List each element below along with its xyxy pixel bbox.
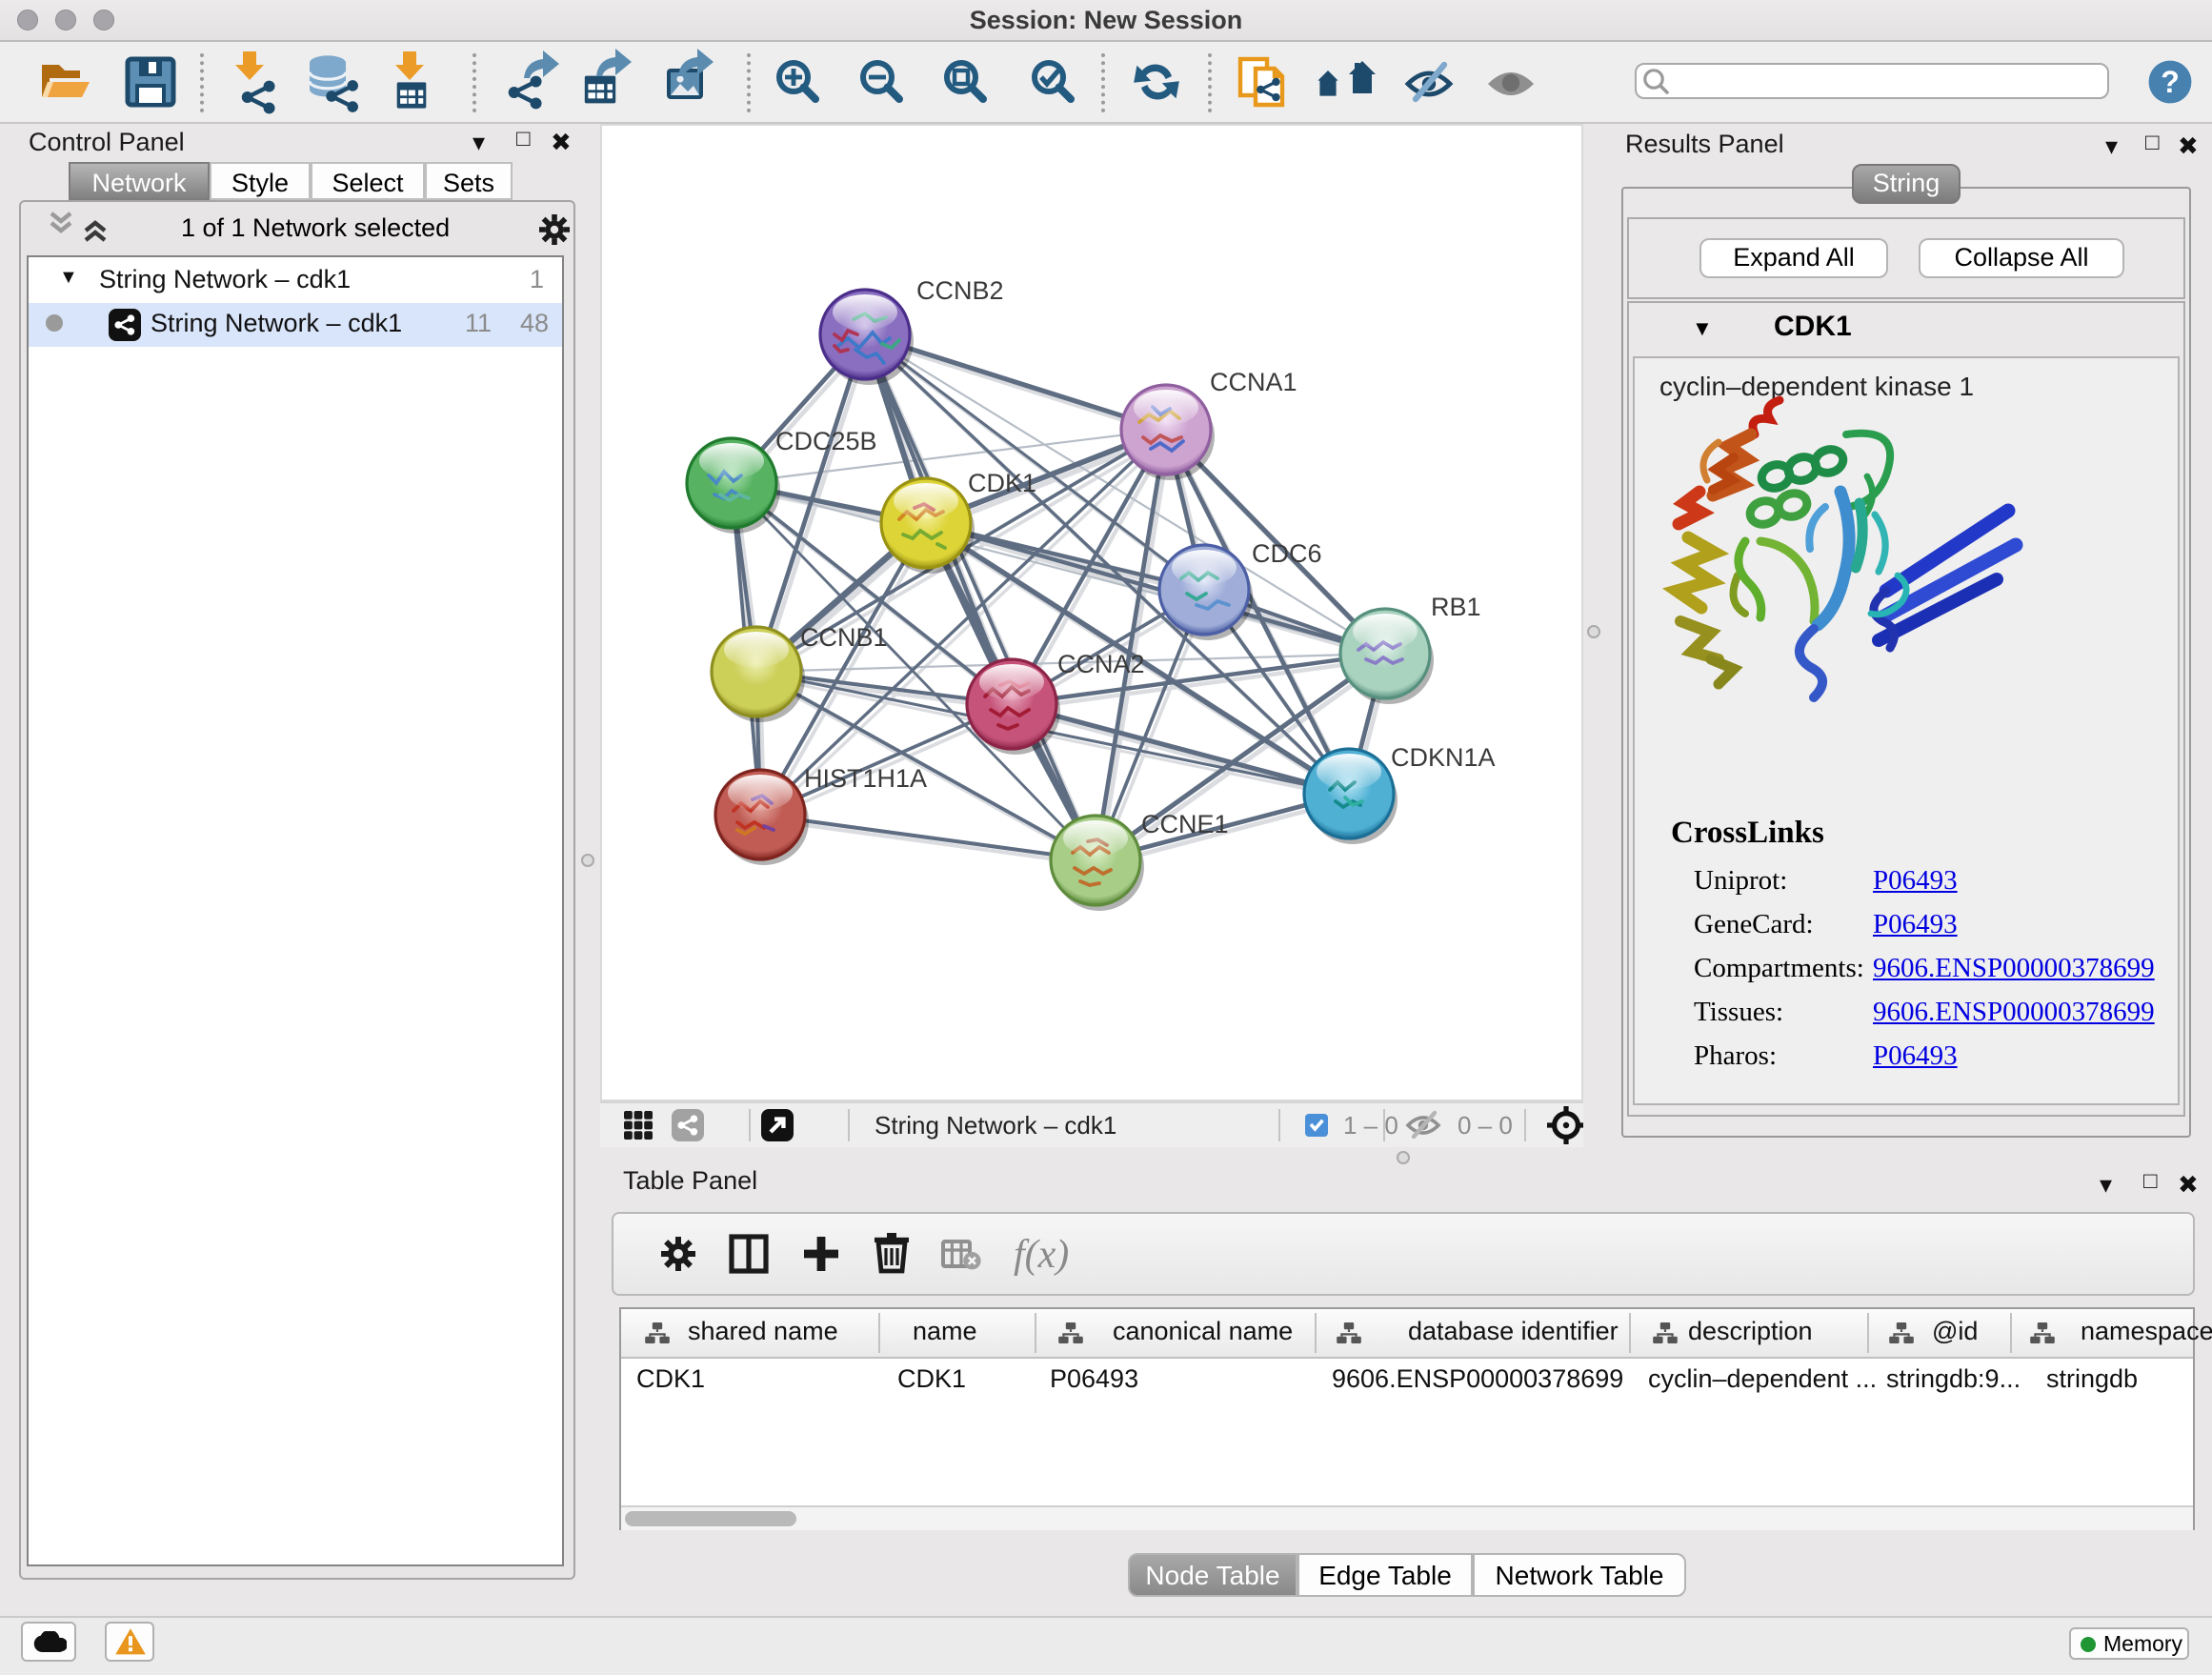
svg-text:CCNE1: CCNE1 — [1141, 810, 1229, 838]
svg-text:CDK1: CDK1 — [968, 469, 1036, 497]
svg-text:CCNB2: CCNB2 — [916, 276, 1004, 305]
svg-text:f(x): f(x) — [1014, 1233, 1069, 1277]
svg-text:RB1: RB1 — [1431, 593, 1481, 621]
svg-text:CDKN1A: CDKN1A — [1391, 743, 1496, 772]
svg-text:CDC25B: CDC25B — [775, 427, 877, 455]
svg-text:?: ? — [2161, 65, 2180, 99]
svg-text:CCNA2: CCNA2 — [1057, 650, 1145, 678]
svg-text:CCNB1: CCNB1 — [800, 623, 888, 652]
svg-text:CDC6: CDC6 — [1252, 539, 1322, 568]
svg-text:HIST1H1A: HIST1H1A — [804, 764, 927, 793]
svg-text:CCNA1: CCNA1 — [1210, 368, 1297, 396]
